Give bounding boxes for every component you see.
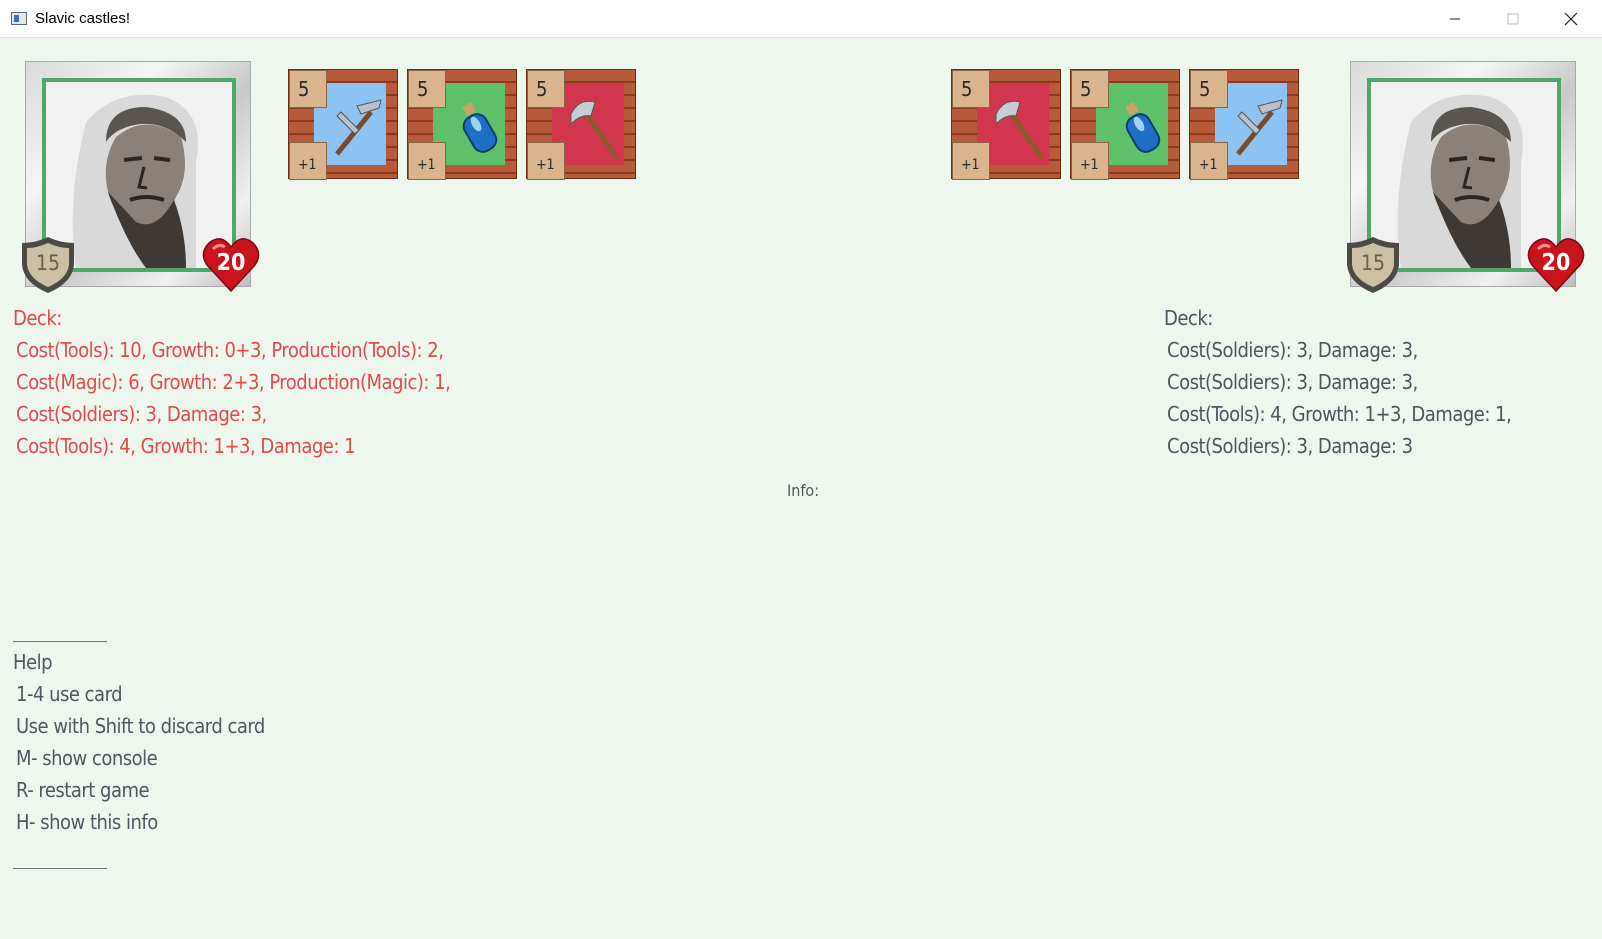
card-cost: 5: [1190, 70, 1228, 108]
card-bonus: +1: [1190, 142, 1228, 180]
help-line: H- show this info: [16, 810, 158, 834]
card-cost: 5: [527, 70, 565, 108]
health-value: 20: [216, 250, 246, 276]
deck-left-line: Cost(Tools): 10, Growth: 0+3, Production…: [16, 338, 444, 362]
deck-left-heading: Deck:: [13, 306, 62, 330]
help-line: M- show console: [16, 746, 158, 770]
info-label: Info:: [787, 481, 820, 500]
app-icon: [11, 12, 27, 25]
deck-right-line: Cost(Soldiers): 3, Damage: 3: [1167, 434, 1413, 458]
close-icon: [1564, 12, 1578, 25]
health-value: 20: [1541, 250, 1571, 276]
hammer-pick-icon: [1236, 99, 1283, 156]
minimize-button[interactable]: [1426, 0, 1484, 37]
help-line: R- restart game: [16, 778, 150, 802]
armor-value: 15: [35, 251, 61, 275]
help-title: Help: [13, 650, 53, 674]
help-line: Use with Shift to discard card: [16, 714, 265, 738]
window-titlebar: Slavic castles!: [0, 0, 1602, 38]
player-left-portrait: 15 20: [22, 61, 260, 293]
health-badge: 20: [201, 235, 261, 295]
card-left-1[interactable]: 5 +1: [288, 69, 398, 180]
card-right-3[interactable]: 5 +1: [1189, 69, 1299, 180]
card-left-2[interactable]: 5 +1: [407, 69, 517, 180]
help-line: 1-4 use card: [16, 682, 123, 706]
deck-left-line: Cost(Tools): 4, Growth: 1+3, Damage: 1: [16, 434, 356, 458]
potion-icon: [1125, 102, 1161, 153]
card-bonus: +1: [527, 142, 565, 180]
card-bonus: +1: [1071, 142, 1109, 180]
axe-icon: [570, 100, 620, 160]
card-right-1[interactable]: 5 +1: [951, 69, 1061, 180]
window-title: Slavic castles!: [35, 10, 131, 27]
hammer-pick-icon: [335, 99, 382, 156]
player-right-portrait: 15 20: [1347, 61, 1585, 293]
card-right-2[interactable]: 5 +1: [1070, 69, 1180, 180]
help-separator-bottom: [13, 868, 107, 869]
potion-icon: [462, 102, 498, 153]
armor-badge: 15: [1343, 235, 1403, 295]
maximize-button[interactable]: [1484, 0, 1542, 37]
deck-right-heading: Deck:: [1164, 306, 1213, 330]
card-cost: 5: [408, 70, 446, 108]
axe-icon: [995, 100, 1045, 160]
card-cost: 5: [1071, 70, 1109, 108]
card-cost: 5: [289, 70, 327, 108]
card-cost: 5: [952, 70, 990, 108]
deck-left-line: Cost(Magic): 6, Growth: 2+3, Production(…: [16, 370, 451, 394]
minimize-icon: [1450, 18, 1460, 19]
maximize-icon: [1507, 13, 1519, 24]
deck-right-line: Cost(Soldiers): 3, Damage: 3,: [1167, 370, 1418, 394]
card-left-3[interactable]: 5 +1: [526, 69, 636, 180]
close-button[interactable]: [1542, 0, 1600, 37]
deck-right-line: Cost(Soldiers): 3, Damage: 3,: [1167, 338, 1418, 362]
card-bonus: +1: [289, 142, 327, 180]
armor-value: 15: [1360, 251, 1386, 275]
deck-right-line: Cost(Tools): 4, Growth: 1+3, Damage: 1,: [1167, 402, 1512, 426]
card-bonus: +1: [408, 142, 446, 180]
deck-left-line: Cost(Soldiers): 3, Damage: 3,: [16, 402, 267, 426]
card-bonus: +1: [952, 142, 990, 180]
help-separator-top: [13, 641, 107, 642]
armor-badge: 15: [18, 235, 78, 295]
health-badge: 20: [1526, 235, 1586, 295]
